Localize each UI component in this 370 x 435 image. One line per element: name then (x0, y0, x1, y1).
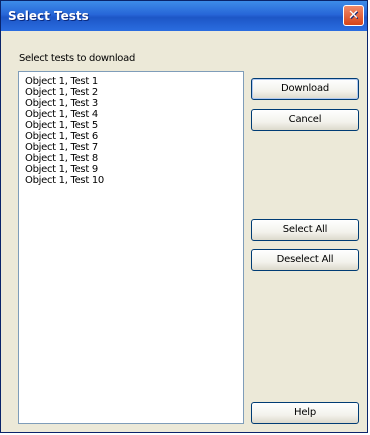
prompt-label: Select tests to download (19, 53, 135, 64)
tests-listbox[interactable]: Object 1, Test 1 Object 1, Test 2 Object 1… (18, 71, 244, 424)
list-item[interactable]: Object 1, Test 10 (25, 175, 243, 186)
select-all-button[interactable]: Select All (251, 219, 359, 241)
list-item[interactable]: Object 1, Test 1 (25, 76, 243, 87)
help-button[interactable]: Help (251, 402, 359, 424)
list-item[interactable]: Object 1, Test 8 (25, 153, 243, 164)
close-icon[interactable]: ✕ (343, 5, 364, 26)
list-item[interactable]: Object 1, Test 4 (25, 109, 243, 120)
list-item[interactable]: Object 1, Test 2 (25, 87, 243, 98)
window-title: Select Tests (8, 9, 89, 23)
download-button[interactable]: Download (251, 78, 359, 100)
list-item[interactable]: Object 1, Test 6 (25, 131, 243, 142)
title-bar[interactable]: Select Tests ✕ (1, 1, 367, 31)
select-tests-dialog: Select Tests ✕ Select tests to download … (0, 0, 368, 433)
list-item[interactable]: Object 1, Test 3 (25, 98, 243, 109)
deselect-all-button[interactable]: Deselect All (251, 249, 359, 271)
list-item[interactable]: Object 1, Test 5 (25, 120, 243, 131)
cancel-button[interactable]: Cancel (251, 109, 359, 131)
list-item[interactable]: Object 1, Test 9 (25, 164, 243, 175)
list-item[interactable]: Object 1, Test 7 (25, 142, 243, 153)
